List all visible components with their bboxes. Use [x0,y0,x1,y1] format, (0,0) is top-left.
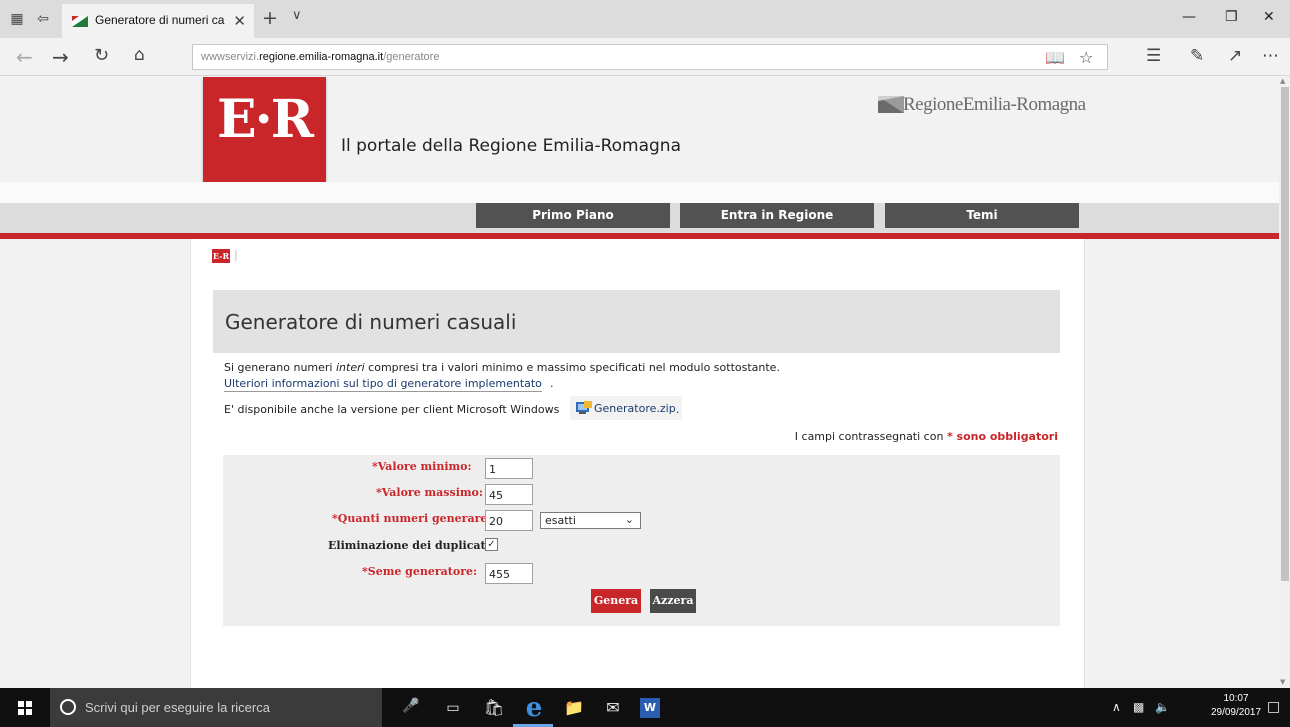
refresh-icon[interactable]: ↻ [94,45,109,66]
er-logo[interactable]: E·R [203,77,326,183]
windows-version-text: E' disponibile anche la versione per cli… [224,403,560,416]
max-value-label: *Valore massimo: [376,486,483,499]
genera-button[interactable]: Genera [591,589,641,613]
reading-view-icon[interactable]: 📖 [1045,48,1065,67]
back-arrow-icon[interactable]: ← [16,45,33,69]
windows-start-icon[interactable] [18,701,32,715]
edge-browser-icon[interactable]: e [521,695,547,721]
url-input[interactable]: wwwservizi.regione.emilia-romagna.it/gen… [192,44,1108,70]
cortana-icon [60,699,76,715]
action-center-icon[interactable]: □ [1267,699,1280,715]
main-menu: Primo Piano Entra in Regione Temi [0,203,1279,233]
azzera-button[interactable]: Azzera [650,589,696,613]
zip-link-period: . [676,403,680,416]
checkmark-icon: ✓ [487,539,496,550]
required-fields-note: I campi contrassegnati con * sono obblig… [794,430,1058,443]
duplicates-checkbox[interactable]: ✓ [485,538,498,551]
scroll-thumb[interactable] [1281,87,1289,581]
more-menu-icon[interactable]: ⋯ [1262,46,1279,66]
region-logo-text: RegioneEmilia-Romagna [903,94,1086,115]
close-window-icon[interactable]: ✕ [1263,9,1275,25]
url-text: wwwservizi.regione.emilia-romagna.it/gen… [201,51,440,63]
description: Si generano numeri interi compresi tra i… [224,361,780,374]
site-header: E·R Il portale della Regione Emilia-Roma… [0,77,1279,183]
info-link[interactable]: Ulteriori informazioni sul tipo di gener… [224,377,542,392]
windows-taskbar: Scrivi qui per eseguire la ricerca 🎤 ▭ 🛍… [0,688,1290,727]
microphone-icon[interactable]: 🎤 [402,698,419,714]
clock-date: 29/09/2017 [1210,707,1262,718]
count-mode-select[interactable]: esatti ⌄ [540,512,641,529]
menu-item-primo-piano[interactable]: Primo Piano [476,203,670,228]
title-box: Generatore di numeri casuali [213,290,1060,353]
taskbar-search-box[interactable]: Scrivi qui per eseguire la ricerca [50,688,382,727]
browser-tab-active[interactable]: Generatore di numeri ca ✕ [62,4,254,38]
volume-muted-icon[interactable]: 🔈 [1155,700,1170,714]
duplicates-label: Eliminazione dei duplicati: [328,539,494,552]
clock-time: 10:07 [1223,693,1249,704]
favorites-hub-icon[interactable]: ☰ [1146,46,1161,66]
count-input[interactable]: 20 [485,510,533,531]
scroll-up-icon[interactable]: ▲ [1280,77,1285,85]
store-icon[interactable]: 🛍 [481,695,507,721]
favorite-star-icon[interactable]: ☆ [1079,48,1093,67]
region-flag-icon [878,96,904,113]
main-content: E-R | Generatore di numeri casuali Si ge… [190,239,1085,688]
set-aside-tabs-icon[interactable]: ⇦ [34,10,52,28]
new-tab-button[interactable]: + [262,7,278,29]
zip-link-label: Generatore.zip [594,402,676,415]
address-bar: ← → ↻ ⌂ wwwservizi.regione.emilia-romagn… [0,38,1290,76]
min-value-label: *Valore minimo: [372,460,472,473]
mail-icon[interactable]: ✉ [600,695,626,721]
site-favicon-icon [72,16,88,27]
min-value-input[interactable]: 1 [485,458,533,479]
breadcrumb-separator: | [234,248,238,261]
page-scrollbar[interactable]: ▲ ▼ [1279,77,1290,688]
task-view-icon[interactable]: ▭ [440,695,466,721]
portal-title[interactable]: Il portale della Regione Emilia-Romagna [341,136,681,156]
tab-preview-icon[interactable]: ▦ [8,10,26,28]
network-icon[interactable]: ▩ [1133,700,1144,714]
taskbar-clock[interactable]: 10:07 29/09/2017 [1206,692,1266,720]
tab-list-chevron-icon[interactable]: ∨ [292,8,302,23]
header-divider [0,182,1279,203]
tray-chevron-icon[interactable]: ∧ [1112,700,1121,714]
tab-bar: ▦ ⇦ Generatore di numeri ca ✕ + ∨ — ❐ ✕ [0,0,1290,38]
max-value-input[interactable]: 45 [485,484,533,505]
tab-title: Generatore di numeri ca [95,13,225,27]
taskbar-search-placeholder: Scrivi qui per eseguire la ricerca [85,700,270,715]
menu-item-entra-in-regione[interactable]: Entra in Regione [680,203,874,228]
page-title: Generatore di numeri casuali [225,310,517,334]
forward-arrow-icon[interactable]: → [52,45,69,69]
restore-icon[interactable]: ❐ [1225,9,1238,25]
er-logo-text: E·R [217,89,314,150]
count-mode-value: esatti [545,514,576,527]
share-icon[interactable]: ↗ [1228,46,1242,66]
zip-download-link[interactable]: Generatore.zip [570,396,682,420]
menu-item-temi[interactable]: Temi [885,203,1079,228]
count-label: *Quanti numeri generare: [332,512,492,525]
file-explorer-icon[interactable]: 📁 [561,695,587,721]
seed-input[interactable]: 455 [485,563,533,584]
word-icon[interactable]: W [640,698,660,718]
info-link-period: . [550,377,554,390]
seed-label: *Seme generatore: [362,565,478,578]
chevron-down-icon: ⌄ [624,513,634,526]
home-icon[interactable]: ⌂ [134,45,145,65]
scroll-down-icon[interactable]: ▼ [1280,678,1285,686]
page-viewport: E·R Il portale della Regione Emilia-Roma… [0,77,1279,688]
close-tab-icon[interactable]: ✕ [233,12,246,30]
breadcrumb-home-logo[interactable]: E-R [212,249,230,263]
minimize-icon[interactable]: — [1182,9,1196,25]
generator-form: *Valore minimo: 1 *Valore massimo: 45 *Q… [223,455,1060,626]
download-icon [576,401,592,414]
web-note-icon[interactable]: ✎ [1190,46,1204,66]
